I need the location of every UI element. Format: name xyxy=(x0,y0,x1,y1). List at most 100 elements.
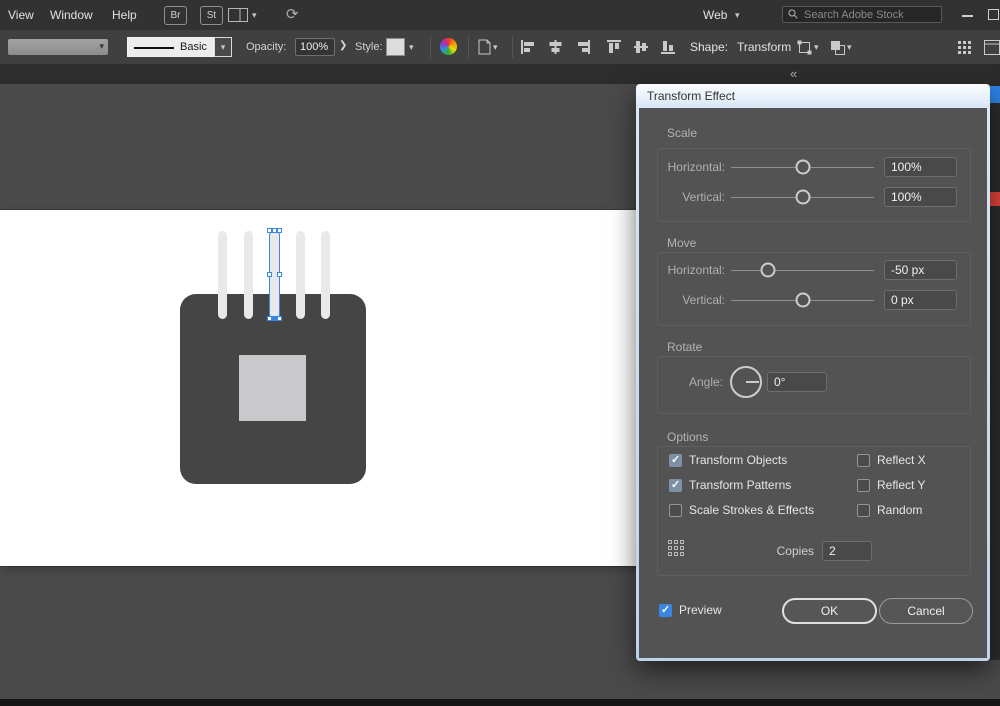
document-setup-button[interactable]: ▾ xyxy=(478,38,498,56)
copies-field[interactable] xyxy=(822,541,872,561)
pathfinder-options-button[interactable]: ▾ xyxy=(830,38,852,56)
reference-point-locator[interactable] xyxy=(668,540,688,560)
scale-horizontal-slider[interactable] xyxy=(731,157,874,177)
shape-label: Shape: xyxy=(690,30,728,64)
dialog-body: Scale Horizontal: Vertical: Move Horizon… xyxy=(639,108,987,658)
opacity-label: Opacity: xyxy=(246,30,286,64)
options-section-label: Options xyxy=(667,430,708,444)
transform-patterns-label[interactable]: Transform Patterns xyxy=(689,479,791,492)
scale-vertical-label: Vertical: xyxy=(639,187,725,207)
align-bottom-icon[interactable] xyxy=(660,38,677,56)
workspace-switcher-icon[interactable] xyxy=(228,8,248,27)
preview-label[interactable]: Preview xyxy=(679,604,722,617)
slider-knob[interactable] xyxy=(761,263,776,278)
chip-inner-square[interactable] xyxy=(239,355,306,421)
document-tab-strip: « xyxy=(0,64,1000,84)
align-right-icon[interactable] xyxy=(574,38,591,56)
opacity-expand-icon[interactable]: ❯ xyxy=(339,40,347,51)
reflect-y-label[interactable]: Reflect Y xyxy=(877,479,925,492)
style-swatch[interactable] xyxy=(386,38,405,56)
move-horizontal-label: Horizontal: xyxy=(639,260,725,280)
reflect-x-label[interactable]: Reflect X xyxy=(877,454,926,467)
scale-vertical-field[interactable] xyxy=(884,187,957,207)
scale-strokes-label[interactable]: Scale Strokes & Effects xyxy=(689,504,814,517)
panel-icon[interactable] xyxy=(984,38,1000,56)
stroke-profile-dropdown[interactable]: ▾ xyxy=(8,39,108,55)
move-horizontal-field[interactable] xyxy=(884,260,957,280)
align-vertical-center-icon[interactable] xyxy=(633,38,650,56)
align-left-icon[interactable] xyxy=(520,38,537,56)
slider-knob[interactable] xyxy=(795,160,810,175)
reflect-y-checkbox[interactable] xyxy=(857,479,870,492)
preview-checkbox[interactable] xyxy=(659,604,672,617)
slider-knob[interactable] xyxy=(795,293,810,308)
dialog-title[interactable]: Transform Effect xyxy=(647,89,735,103)
move-vertical-label: Vertical: xyxy=(639,290,725,310)
scale-strokes-checkbox[interactable] xyxy=(669,504,682,517)
opacity-value[interactable]: 100% xyxy=(295,38,335,56)
move-vertical-slider[interactable] xyxy=(731,290,874,310)
chip-pin-4[interactable] xyxy=(296,231,305,319)
chip-pin-2[interactable] xyxy=(244,231,253,319)
minimize-button[interactable] xyxy=(962,15,973,17)
separator xyxy=(512,36,513,58)
recolor-artwork-icon[interactable] xyxy=(440,38,457,55)
apps-grid-icon[interactable] xyxy=(957,38,972,56)
menu-view[interactable]: View xyxy=(8,0,34,30)
selection-handle-bottom-right[interactable] xyxy=(277,316,282,321)
menu-bar: View Window Help Br St ▾ ⟳ Web ▾ xyxy=(0,0,1000,30)
random-label[interactable]: Random xyxy=(877,504,922,517)
collapse-panels-icon[interactable]: « xyxy=(790,65,797,83)
panel-tab-red[interactable] xyxy=(990,192,1000,206)
move-vertical-field[interactable] xyxy=(884,290,957,310)
scale-section-label: Scale xyxy=(667,126,697,140)
reflect-x-checkbox[interactable] xyxy=(857,454,870,467)
transform-patterns-checkbox[interactable] xyxy=(669,479,682,492)
move-section-label: Move xyxy=(667,236,696,250)
align-top-icon[interactable] xyxy=(606,38,623,56)
slider-knob[interactable] xyxy=(795,190,810,205)
angle-dial-needle[interactable] xyxy=(746,381,759,383)
align-horizontal-center-icon[interactable] xyxy=(547,38,564,56)
chip-pin-1[interactable] xyxy=(218,231,227,319)
ok-button[interactable]: OK xyxy=(782,598,877,624)
angle-dial[interactable] xyxy=(730,366,762,398)
selection-handle-mid-right[interactable] xyxy=(277,272,282,277)
brush-stroke-preview xyxy=(134,47,174,49)
angle-field[interactable] xyxy=(767,372,827,392)
brush-caret-icon[interactable]: ▾ xyxy=(214,37,232,57)
move-horizontal-slider[interactable] xyxy=(731,260,874,280)
cancel-button[interactable]: Cancel xyxy=(879,598,973,624)
sync-icon[interactable]: ⟳ xyxy=(286,5,299,23)
random-checkbox[interactable] xyxy=(857,504,870,517)
chip-pin-5[interactable] xyxy=(321,231,330,319)
workspace-dropdown-caret-icon[interactable]: ▾ xyxy=(735,10,740,21)
style-label: Style: xyxy=(355,30,383,64)
bridge-button[interactable]: Br xyxy=(164,6,187,25)
panel-tab-blue[interactable] xyxy=(990,86,1000,103)
brush-name: Basic xyxy=(180,38,207,57)
restore-button[interactable] xyxy=(988,9,999,20)
transform-objects-label[interactable]: Transform Objects xyxy=(689,454,787,467)
stock-search[interactable] xyxy=(782,6,942,23)
separator xyxy=(468,36,469,58)
menu-help[interactable]: Help xyxy=(112,0,137,30)
menu-window[interactable]: Window xyxy=(50,0,93,30)
transform-panel-link[interactable]: Transform xyxy=(737,30,791,64)
workspace-caret-icon[interactable]: ▾ xyxy=(252,10,257,21)
transform-options-button[interactable]: ▾ xyxy=(797,38,819,56)
selection-handle-top-right[interactable] xyxy=(277,228,282,233)
workspace-dropdown[interactable]: Web xyxy=(703,0,727,30)
stock-button[interactable]: St xyxy=(200,6,223,25)
scale-vertical-slider[interactable] xyxy=(731,187,874,207)
selection-handle-mid-left[interactable] xyxy=(267,272,272,277)
copies-label: Copies xyxy=(734,541,814,561)
transform-objects-checkbox[interactable] xyxy=(669,454,682,467)
status-bar-edge xyxy=(0,699,1000,706)
style-caret-icon[interactable]: ▾ xyxy=(409,42,414,53)
rotate-section-label: Rotate xyxy=(667,340,702,354)
search-input[interactable] xyxy=(802,8,936,22)
slider-track[interactable] xyxy=(731,270,874,271)
scale-horizontal-field[interactable] xyxy=(884,157,957,177)
brush-definition-dropdown[interactable]: Basic xyxy=(127,37,214,57)
